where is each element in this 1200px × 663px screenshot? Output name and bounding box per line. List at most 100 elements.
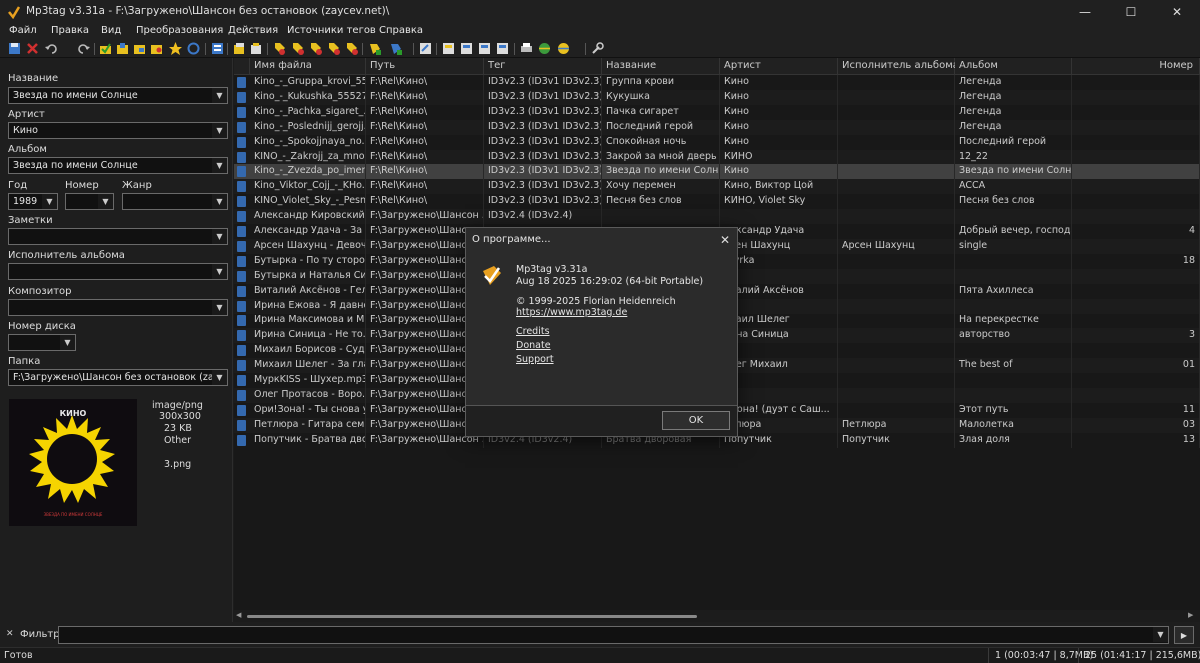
copy-tag-icon[interactable] (232, 41, 247, 56)
track-field[interactable]: ▼ (65, 193, 114, 210)
add-dir-icon[interactable] (115, 41, 130, 56)
undo-icon[interactable] (44, 41, 59, 56)
menu-tag-sources[interactable]: Источники тегов (287, 25, 376, 36)
app-version: Mp3tag v3.31a (516, 264, 588, 275)
folder-icon[interactable] (132, 41, 147, 56)
tag-to-filename-icon[interactable] (272, 41, 287, 56)
chevron-down-icon[interactable]: ▼ (212, 300, 227, 315)
album-field[interactable]: Звезда по имени Солнце ▼ (8, 157, 228, 174)
disc-label: Номер диска (8, 321, 76, 332)
actions-icon[interactable] (367, 41, 382, 56)
genre-field[interactable]: ▼ (122, 193, 228, 210)
dialog-title: О программе... (472, 234, 551, 245)
artist-field[interactable]: Кино ▼ (8, 122, 228, 139)
mp3tag-logo-icon (483, 266, 501, 285)
filter-go-button[interactable]: ▶ (1174, 626, 1194, 644)
remove-tag-icon[interactable] (25, 41, 40, 56)
cover-mime: image/png (152, 400, 203, 411)
cover-art[interactable]: КИНО ЗВЕЗДА ПО ИМЕНИ СОЛНЦЕ (9, 399, 137, 526)
albumartist-field[interactable]: ▼ (8, 263, 228, 280)
save-icon[interactable] (7, 41, 22, 56)
composer-field[interactable]: ▼ (8, 299, 228, 316)
disc-field[interactable]: ▼ (8, 334, 76, 351)
website-link[interactable]: https://www.mp3tag.de (516, 307, 627, 318)
folder-label: Папка (8, 356, 41, 367)
chevron-down-icon[interactable]: ▼ (42, 194, 57, 209)
view-options-icon[interactable] (495, 41, 510, 56)
scroll-right-icon[interactable]: ▶ (1188, 611, 1193, 619)
chevron-down-icon[interactable]: ▼ (98, 194, 113, 209)
comment-label: Заметки (8, 215, 53, 226)
chevron-down-icon[interactable]: ▼ (212, 370, 227, 385)
export-icon[interactable] (459, 41, 474, 56)
chevron-down-icon[interactable]: ▼ (212, 123, 227, 138)
filter-pin-icon[interactable]: ✕ (6, 629, 14, 639)
web-source-icon[interactable] (537, 41, 552, 56)
about-dialog: О программе... ✕ Mp3tag v3.31a Aug 18 20… (465, 227, 738, 437)
redo-icon[interactable] (76, 41, 91, 56)
minimize-button[interactable]: — (1062, 0, 1108, 24)
filter-bar: ✕ Фильтр: ▼ ▶ (0, 622, 1200, 647)
toolbar (0, 40, 1200, 58)
menu-help[interactable]: Справка (379, 25, 423, 36)
filter-input[interactable]: ▼ (58, 626, 1169, 644)
actions-quick-icon[interactable] (388, 41, 403, 56)
albumartist-label: Исполнитель альбома (8, 250, 125, 261)
menu-actions[interactable]: Действия (228, 25, 278, 36)
support-link[interactable]: Support (516, 354, 554, 365)
sun-eclipse-image: КИНО ЗВЕЗДА ПО ИМЕНИ СОЛНЦЕ (29, 409, 115, 517)
menu-bar: Файл Правка Вид Преобразования Действия … (0, 24, 1200, 40)
dialog-footer: OK (466, 405, 737, 436)
window-title: Mp3tag v3.31a - F:\Загружено\Шансон без … (26, 5, 390, 17)
credits-link[interactable]: Credits (516, 326, 550, 337)
year-label: Год (8, 180, 28, 191)
edit-tag-icon[interactable] (418, 41, 433, 56)
folder-refresh-icon[interactable] (149, 41, 164, 56)
chevron-down-icon[interactable]: ▼ (212, 158, 227, 173)
maximize-button[interactable]: ☐ (1108, 0, 1154, 24)
menu-edit[interactable]: Правка (51, 25, 89, 36)
playlist-icon[interactable] (477, 41, 492, 56)
title-field[interactable]: Звезда по имени Солнце ▼ (8, 87, 228, 104)
favorites-star-icon[interactable] (168, 41, 183, 56)
filename-to-filename-icon[interactable] (308, 41, 323, 56)
scroll-left-icon[interactable]: ◀ (236, 611, 241, 619)
mp3tag-app-icon (8, 6, 21, 19)
paste-tag-icon[interactable] (249, 41, 264, 56)
album-label: Альбом (8, 144, 47, 155)
scrollbar-thumb[interactable] (247, 615, 697, 618)
menu-view[interactable]: Вид (101, 25, 121, 36)
cover-size: 23 KB (164, 423, 192, 434)
menu-file[interactable]: Файл (9, 25, 37, 36)
select-all-icon[interactable] (210, 41, 225, 56)
artist-label: Артист (8, 109, 45, 120)
menu-convert[interactable]: Преобразования (136, 25, 223, 36)
options-wrench-icon[interactable] (590, 41, 605, 56)
print-icon[interactable] (519, 41, 534, 56)
chevron-down-icon[interactable]: ▼ (1153, 627, 1168, 642)
autonumber-icon[interactable] (441, 41, 456, 56)
chevron-down-icon[interactable]: ▼ (60, 335, 75, 350)
comment-field[interactable]: ▼ (8, 228, 228, 245)
text-to-tag-icon[interactable] (326, 41, 341, 56)
folder-field[interactable]: F:\Загружено\Шансон без остановок (zayce… (8, 369, 228, 386)
close-window-button[interactable]: ✕ (1154, 0, 1200, 24)
dialog-close-icon[interactable]: ✕ (716, 231, 734, 249)
chevron-down-icon[interactable]: ▼ (212, 194, 227, 209)
status-text: Готов (4, 650, 33, 661)
chevron-down-icon[interactable]: ▼ (212, 88, 227, 103)
cover-type: Other (164, 435, 191, 446)
title-bar: Mp3tag v3.31a - F:\Загружено\Шансон без … (0, 0, 1200, 24)
refresh-icon[interactable] (186, 41, 201, 56)
copyright: © 1999-2025 Florian Heidenreich (516, 296, 676, 307)
chevron-down-icon[interactable]: ▼ (212, 264, 227, 279)
year-field[interactable]: 1989 ▼ (8, 193, 58, 210)
ok-button[interactable]: OK (662, 411, 730, 430)
chevron-down-icon[interactable]: ▼ (212, 229, 227, 244)
filename-to-tag-icon[interactable] (290, 41, 305, 56)
change-dir-icon[interactable] (98, 41, 113, 56)
tag-source-icon[interactable] (556, 41, 571, 56)
tag-to-tag-icon[interactable] (344, 41, 359, 56)
cover-dimensions: 300x300 (159, 411, 201, 422)
donate-link[interactable]: Donate (516, 340, 551, 351)
